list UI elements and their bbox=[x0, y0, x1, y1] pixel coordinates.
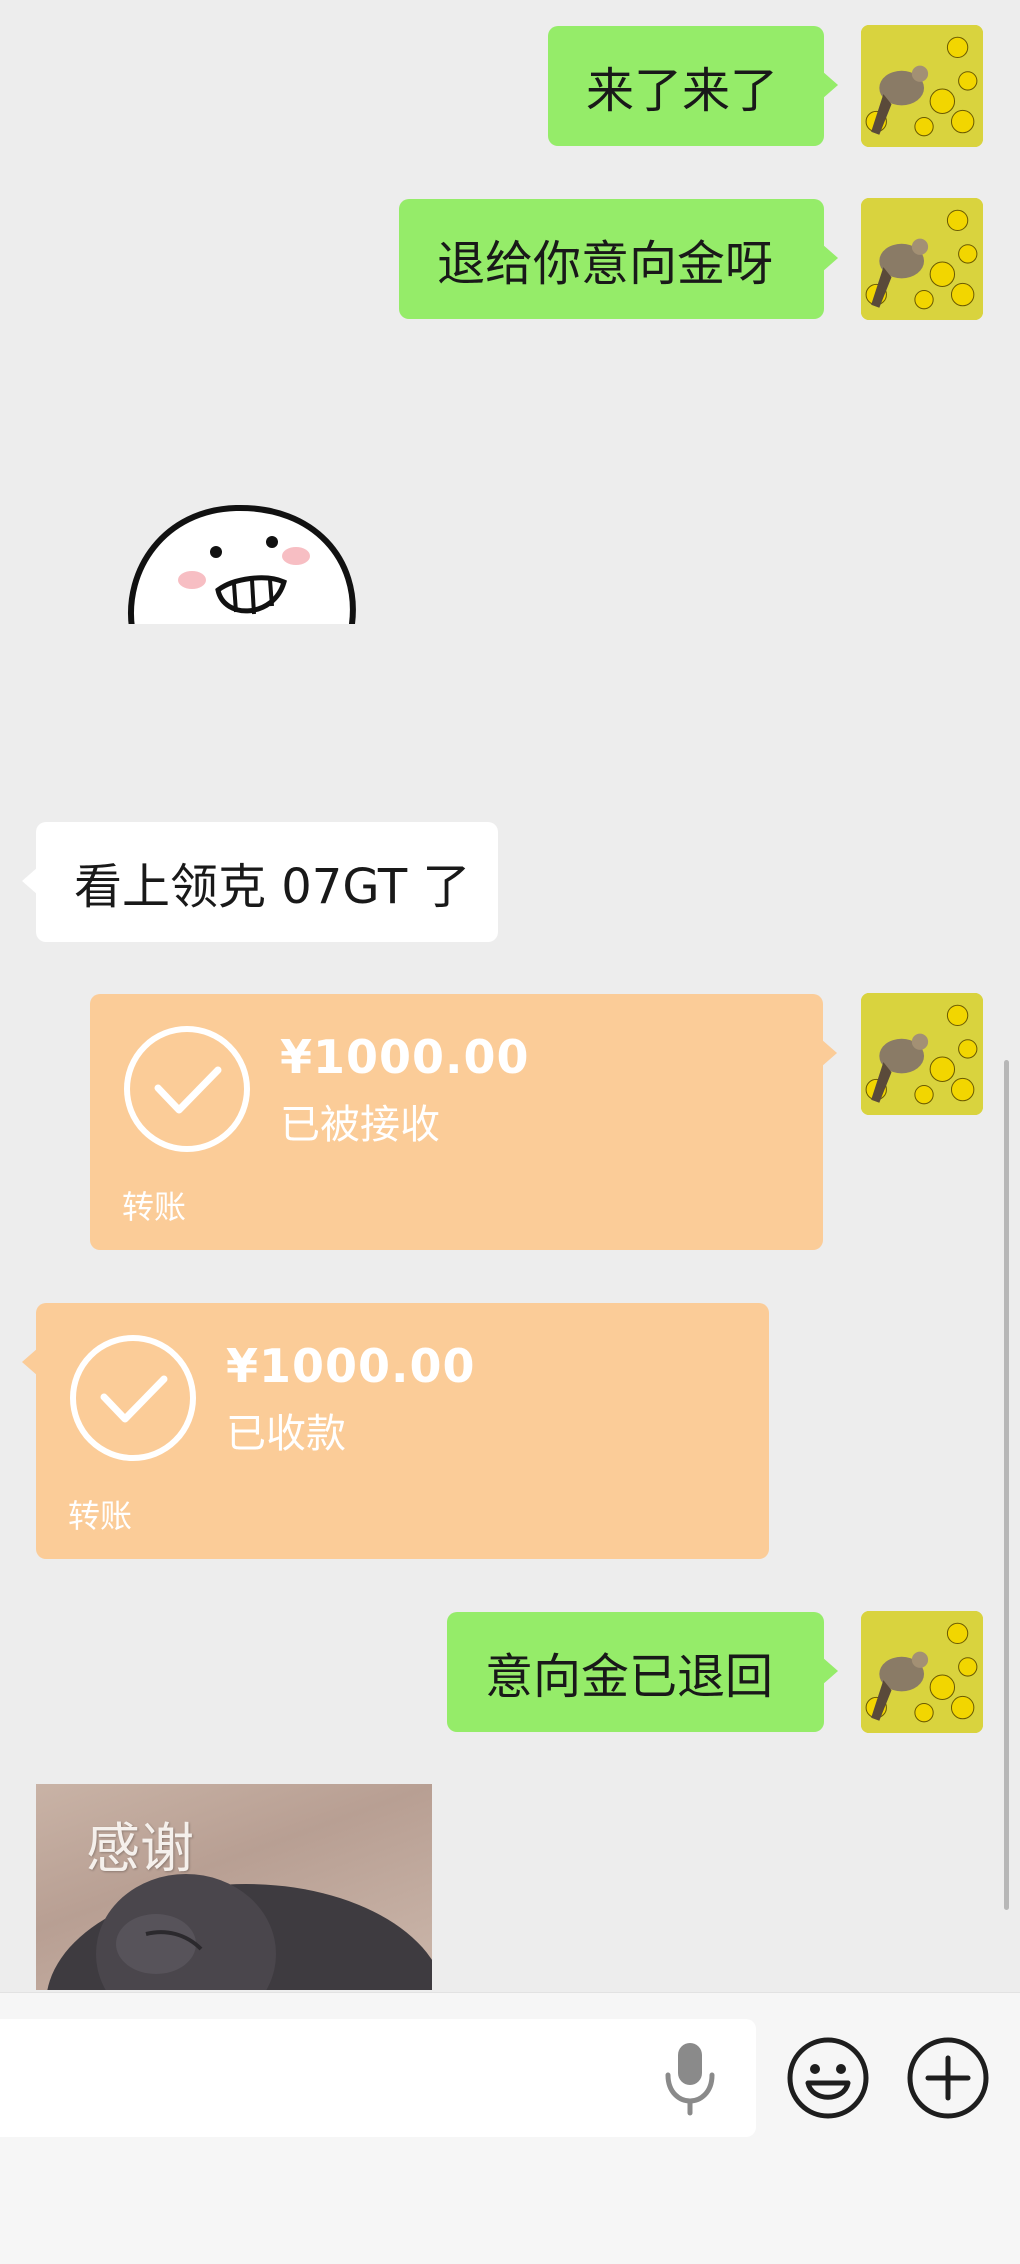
message-bubble-sent[interactable]: 意向金已退回 bbox=[447, 1612, 838, 1732]
transfer-label: 转账 bbox=[122, 1188, 187, 1226]
avatar-image bbox=[861, 1611, 983, 1733]
transfer-status: 已收款 bbox=[226, 1411, 346, 1457]
avatar-image bbox=[861, 25, 983, 147]
chat-history[interactable]: 来了来了 退给你意向金呀 看上领克 07GT 了 ¥1000.00 已被接收 转… bbox=[0, 0, 1020, 1990]
user-avatar[interactable] bbox=[861, 25, 983, 147]
avatar-image bbox=[861, 993, 983, 1115]
check-circle-icon bbox=[70, 1335, 196, 1461]
message-bubble-sent[interactable]: 来了来了 bbox=[548, 26, 838, 146]
message-bubble-received[interactable]: 看上领克 07GT 了 bbox=[22, 822, 498, 942]
user-avatar[interactable] bbox=[861, 1611, 983, 1733]
transfer-amount: ¥1000.00 bbox=[226, 1339, 476, 1393]
input-bar bbox=[0, 1992, 1020, 2264]
transfer-label: 转账 bbox=[68, 1497, 133, 1535]
thanks-image[interactable]: 感谢 bbox=[36, 1784, 432, 1990]
check-circle-icon bbox=[124, 1026, 250, 1152]
transfer-amount: ¥1000.00 bbox=[280, 1030, 530, 1084]
avatar-image bbox=[861, 198, 983, 320]
image-caption: 感谢 bbox=[86, 1817, 194, 1880]
grin-face-icon bbox=[128, 504, 358, 640]
transfer-card-received[interactable]: ¥1000.00 已收款 转账 bbox=[22, 1303, 769, 1559]
microphone-icon[interactable] bbox=[662, 2039, 718, 2117]
transfer-card-sent[interactable]: ¥1000.00 已被接收 转账 bbox=[90, 994, 837, 1250]
user-avatar[interactable] bbox=[861, 198, 983, 320]
transfer-status: 已被接收 bbox=[280, 1102, 440, 1148]
grin-sticker[interactable] bbox=[124, 500, 360, 640]
scrollbar[interactable] bbox=[1004, 1060, 1009, 1910]
smiley-icon[interactable] bbox=[786, 2036, 870, 2120]
message-bubble-sent[interactable]: 退给你意向金呀 bbox=[399, 199, 838, 319]
message-input[interactable] bbox=[0, 2019, 756, 2137]
plus-circle-icon[interactable] bbox=[906, 2036, 990, 2120]
user-avatar[interactable] bbox=[861, 993, 983, 1115]
